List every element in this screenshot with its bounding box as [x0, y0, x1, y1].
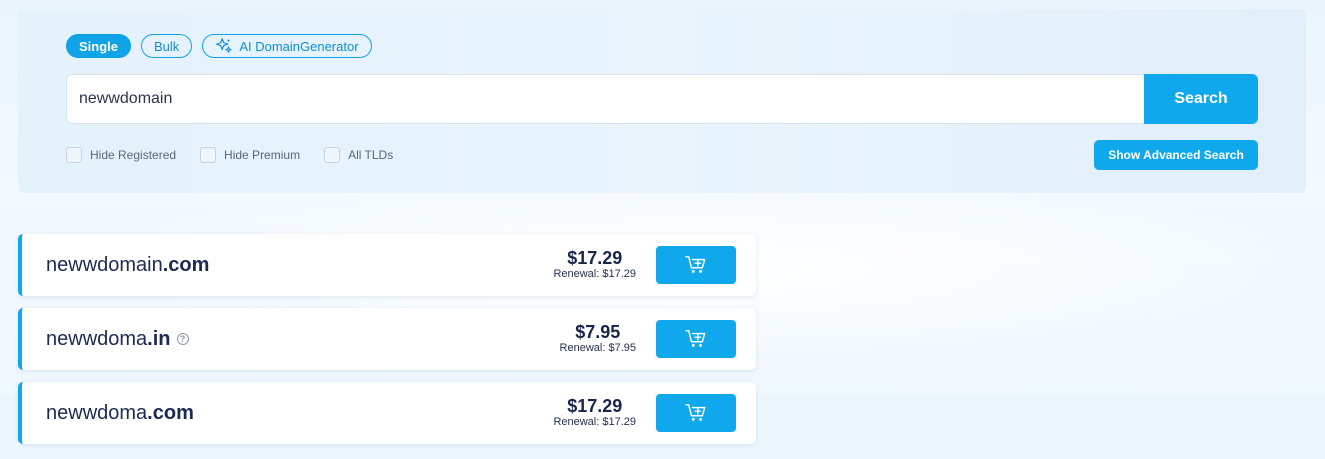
- tab-single[interactable]: Single: [66, 34, 132, 58]
- filter-all-tlds[interactable]: All TLDs: [324, 147, 393, 163]
- domain-result-row: newwdomain .com $17.29 Renewal: $17.29: [18, 234, 756, 296]
- hide-premium-label: Hide Premium: [224, 148, 301, 162]
- add-to-cart-icon: [685, 256, 706, 273]
- domain-name: newwdoma .com: [46, 382, 194, 444]
- search-panel: Single Bulk AI DomainGenerator Search Hi…: [18, 9, 1306, 193]
- all-tlds-checkbox[interactable]: [324, 147, 341, 163]
- domain-tld: .com: [147, 401, 194, 424]
- domain-name: newwdomain .com: [46, 234, 209, 296]
- renewal-price: Renewal: $7.95: [559, 342, 636, 354]
- hide-premium-checkbox[interactable]: [200, 147, 217, 163]
- sparkle-icon: [216, 38, 233, 53]
- domain-search-input[interactable]: [66, 74, 1144, 124]
- domain-result-row: newwdoma .com $17.29 Renewal: $17.29: [18, 382, 756, 444]
- tab-single-label: Single: [79, 38, 119, 54]
- search-filters: Hide Registered Hide Premium All TLDs: [66, 147, 393, 163]
- search-bar: Search: [66, 74, 1258, 124]
- domain-label: newwdomain: [46, 253, 163, 276]
- filter-hide-registered[interactable]: Hide Registered: [66, 147, 176, 163]
- domain-tld: .com: [162, 253, 210, 276]
- domain-label: newwdoma: [46, 327, 148, 350]
- domain-results-list: newwdomain .com $17.29 Renewal: $17.29 ne…: [18, 234, 756, 456]
- price-block: $17.29 Renewal: $17.29: [553, 248, 636, 281]
- filter-hide-premium[interactable]: Hide Premium: [200, 147, 300, 163]
- search-mode-tabs: Single Bulk AI DomainGenerator: [66, 34, 372, 58]
- domain-price: $7.95: [575, 322, 621, 342]
- add-to-cart-icon: [685, 404, 706, 421]
- hide-registered-checkbox[interactable]: [66, 147, 82, 163]
- tab-bulk-label: Bulk: [154, 38, 180, 54]
- domain-result-row: newwdoma .in ? $7.95 Renewal: $7.95: [18, 308, 756, 370]
- price-block: $7.95 Renewal: $7.95: [560, 322, 636, 355]
- add-to-cart-button[interactable]: [656, 320, 736, 358]
- all-tlds-label: All TLDs: [348, 148, 394, 162]
- domain-name: newwdoma .in ?: [46, 308, 189, 370]
- tab-ai-domain-generator[interactable]: AI DomainGenerator: [202, 34, 372, 58]
- renewal-price: Renewal: $17.29: [553, 268, 636, 280]
- hide-registered-label: Hide Registered: [90, 148, 177, 162]
- domain-tld: .in: [147, 327, 171, 350]
- domain-price: $17.29: [567, 396, 623, 416]
- price-block: $17.29 Renewal: $17.29: [553, 396, 636, 429]
- domain-price: $17.29: [567, 248, 623, 268]
- add-to-cart-button[interactable]: [656, 394, 736, 432]
- renewal-price: Renewal: $17.29: [553, 416, 636, 428]
- tab-bulk[interactable]: Bulk: [141, 34, 193, 58]
- help-icon[interactable]: ?: [176, 333, 189, 345]
- add-to-cart-button[interactable]: [656, 246, 736, 284]
- domain-label: newwdoma: [46, 401, 148, 424]
- add-to-cart-icon: [685, 330, 706, 347]
- search-button[interactable]: Search: [1144, 74, 1258, 124]
- show-advanced-search-button[interactable]: Show Advanced Search: [1094, 140, 1258, 170]
- tab-ai-domain-generator-label: AI DomainGenerator: [239, 38, 359, 54]
